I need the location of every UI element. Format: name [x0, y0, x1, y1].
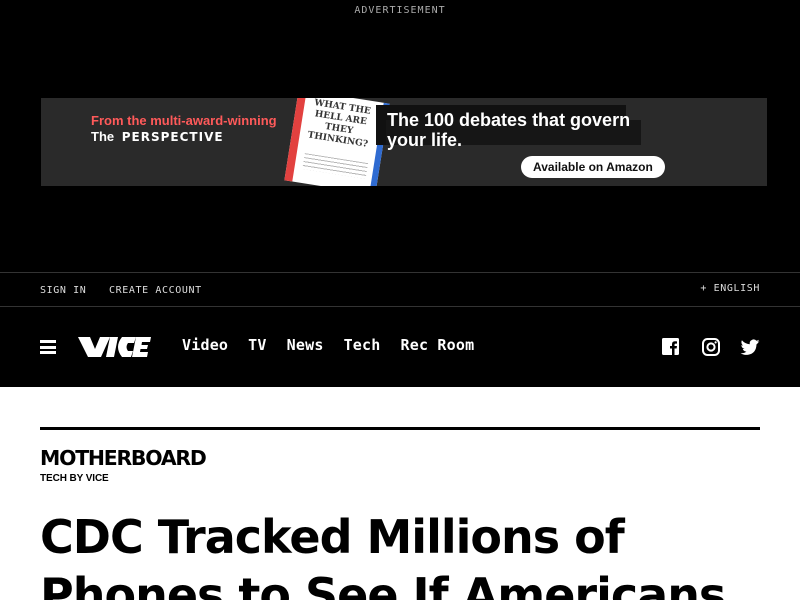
ad-book-text: [302, 153, 369, 179]
twitter-icon[interactable]: [740, 337, 760, 357]
ad-label: ADVERTISEMENT: [354, 5, 446, 16]
ad-book-title: WHAT THE HELL ARE THEY THINKING?: [306, 98, 372, 150]
ad-banner[interactable]: From the multi-award-winning The PERSPEC…: [41, 98, 767, 186]
account-bar: SIGN IN CREATE ACCOUNT + ENGLISH: [0, 272, 800, 307]
ad-book-image: WHAT THE HELL ARE THEY THINKING?: [284, 98, 390, 186]
ad-headline: The 100 debates that govern your life.: [387, 110, 631, 150]
hamburger-icon[interactable]: [40, 340, 56, 354]
nav-item-rec-room[interactable]: Rec Room: [401, 336, 475, 354]
nav-item-tech[interactable]: Tech: [344, 336, 381, 354]
facebook-icon[interactable]: [661, 337, 681, 357]
nav-items: Video TV News Tech Rec Room: [182, 336, 494, 354]
ad-promo-line: From the multi-award-winning: [91, 113, 277, 128]
article-divider: [40, 427, 760, 430]
ad-promo-prefix: The: [91, 129, 115, 144]
ad-cta-button[interactable]: Available on Amazon: [521, 156, 665, 178]
sign-in-link[interactable]: SIGN IN: [40, 285, 86, 296]
ad-promo-brand-line: The PERSPECTIVE: [91, 129, 224, 144]
create-account-link[interactable]: CREATE ACCOUNT: [109, 285, 202, 296]
motherboard-logo[interactable]: MOTHERBOARD: [40, 448, 207, 468]
instagram-icon[interactable]: [701, 337, 721, 357]
language-selector[interactable]: + ENGLISH: [700, 283, 760, 294]
vice-logo[interactable]: [76, 334, 152, 360]
main-nav: Video TV News Tech Rec Room: [0, 307, 800, 387]
article-headline: CDC Tracked Millions of Phones to See If…: [40, 510, 726, 600]
ad-zone: ADVERTISEMENT From the multi-award-winni…: [0, 0, 800, 272]
article: MOTHERBOARD TECH BY VICE CDC Tracked Mil…: [40, 427, 760, 600]
ad-promo-brand: PERSPECTIVE: [121, 130, 224, 144]
section-subtitle: TECH BY VICE: [40, 473, 109, 484]
nav-item-video[interactable]: Video: [182, 336, 228, 354]
nav-item-tv[interactable]: TV: [248, 336, 266, 354]
nav-item-news[interactable]: News: [287, 336, 324, 354]
